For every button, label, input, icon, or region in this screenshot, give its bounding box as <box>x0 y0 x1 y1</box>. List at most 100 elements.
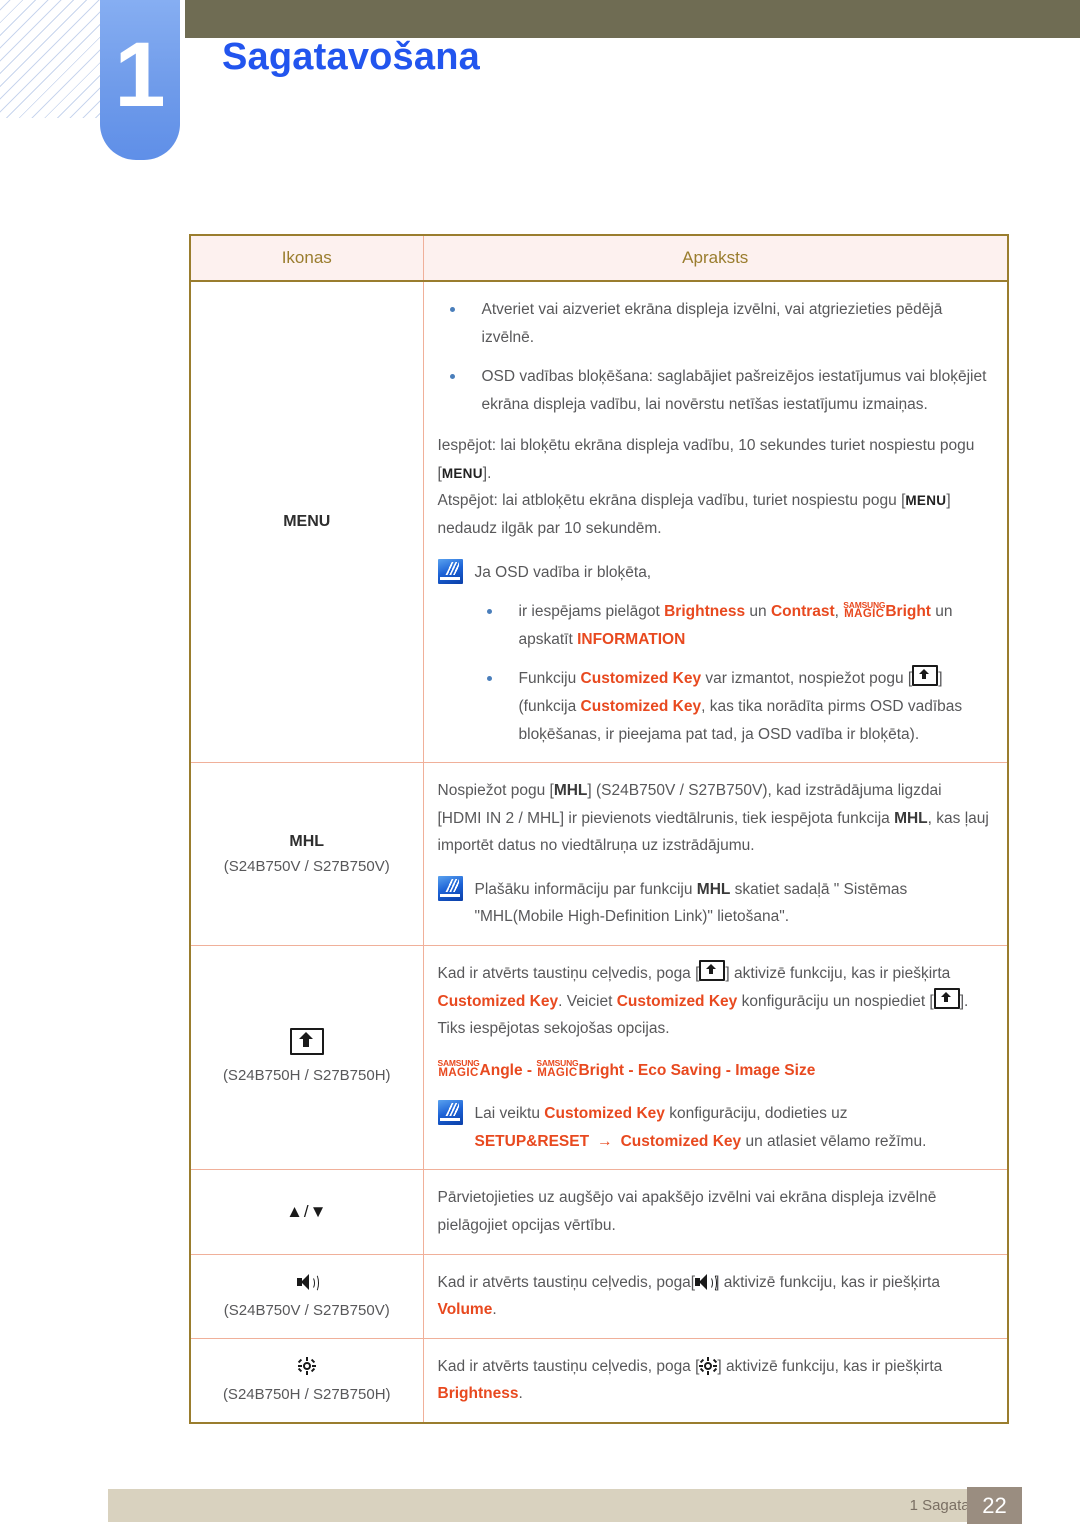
magicbright-term: Bright <box>885 603 931 621</box>
samsung-magic-logo: SAMSUNG MAGIC <box>843 601 885 621</box>
menu-key-token: MENU <box>441 465 483 481</box>
customized-key-term: Customized Key <box>620 1132 742 1150</box>
customized-key-icon <box>912 665 939 687</box>
note-bullet-list: ir iespējams pielāgot Brightness un Cont… <box>475 598 990 748</box>
mhl-button-label: MHL <box>289 833 325 851</box>
description-cell-brightness: Kad ir atvērts taustiņu ceļvedis, poga [… <box>422 1337 1009 1424</box>
table-row: (S24B750H / S27B750H) Kad ir atvērts tau… <box>189 1337 1009 1424</box>
page-title: Sagatavošana <box>222 36 480 78</box>
mhl-p-a: Nospiežot pogu [ <box>437 782 554 800</box>
option-eco-saving: Eco Saving <box>637 1061 722 1079</box>
footer-bar <box>108 1489 974 1522</box>
table-row: (S24B750H / S27B750H) Kad ir atvērts tau… <box>189 944 1009 1171</box>
mhl-paragraph: Nospiežot pogu [MHL] (S24B750V / S27B750… <box>438 777 990 860</box>
magic-bottom-text: MAGIC <box>537 1066 578 1079</box>
note-body: Lai veiktu Customized Key konfigurāciju,… <box>475 1100 990 1155</box>
ck-note-c: konfigurāciju, dodieties uz <box>664 1105 848 1123</box>
customized-key-paragraph: Kad ir atvērts taustiņu ceļvedis, poga [… <box>438 959 990 1043</box>
icon-cell-customized-key: (S24B750H / S27B750H) <box>189 944 424 1171</box>
table-header-row: Ikonas Apraksts <box>189 234 1009 282</box>
icon-cell-brightness: (S24B750H / S27B750H) <box>189 1337 424 1424</box>
mhl-key-token: MHL <box>553 782 588 800</box>
arrow-right-icon: → <box>597 1132 613 1150</box>
updown-paragraph: Pārvietojieties uz augšējo vai apakšējo … <box>437 1189 937 1235</box>
option-separator: - <box>522 1061 537 1079</box>
note-b2-a: Funkciju <box>518 670 581 688</box>
customized-key-icon <box>289 1028 324 1056</box>
option-magic-angle: Angle <box>479 1061 523 1079</box>
ck-p-b: ] aktivizē funkciju, kas ir piešķirta <box>725 964 951 982</box>
note-block-mhl: Plašāku informāciju par funkciju MHL ska… <box>437 875 990 931</box>
magic-bottom-text: MAGIC <box>844 608 885 621</box>
disable-lock-instruction: Atspējot: lai atbloķētu ekrāna displeja … <box>438 487 990 542</box>
note-b1-c: un <box>745 603 771 621</box>
description-cell-menu: Atveriet vai aizveriet ekrāna displeja i… <box>422 280 1009 764</box>
icons-description-table: Ikonas Apraksts MENU Atveriet vai aizver… <box>189 234 1009 1424</box>
list-item: OSD vadības bloķēšana: saglabājiet pašre… <box>438 363 990 418</box>
column-header-description: Apraksts <box>422 234 1009 282</box>
up-down-arrows-icon: ▲/▼ <box>286 1201 328 1221</box>
note-pencil-icon <box>437 875 463 901</box>
mhl-model-label: (S24B750V / S27B750V) <box>223 857 390 875</box>
brightness-term: Brightness <box>664 603 746 621</box>
br-p-a: Kad ir atvērts taustiņu ceļvedis, poga [ <box>437 1357 700 1375</box>
table-row: ▲/▼ Pārvietojieties uz augšējo vai apakš… <box>189 1169 1009 1255</box>
customized-key-options-list: SAMSUNG MAGIC Angle - SAMSUNG MAGIC Bright -… <box>438 1057 990 1085</box>
information-term: INFORMATION <box>577 630 686 648</box>
table-row: MHL (S24B750V / S27B750V) Nospiežot pogu… <box>189 762 1009 946</box>
note-line-1: Lai veiktu Customized Key konfigurāciju,… <box>475 1100 990 1128</box>
note-pencil-icon <box>437 558 463 584</box>
option-separator: - <box>624 1061 638 1079</box>
br-p-d: . <box>518 1385 523 1403</box>
setup-reset-term: SETUP&RESET <box>474 1132 590 1150</box>
column-header-icons: Ikonas <box>189 234 424 282</box>
vol-p-a: Kad ir atvērts taustiņu ceļvedis, poga[ <box>437 1273 696 1291</box>
samsung-magic-logo: SAMSUNG MAGIC <box>438 1059 480 1079</box>
mhl-term: MHL <box>696 880 731 898</box>
vol-p-b: ] aktivizē funkciju, kas ir piešķirta <box>715 1273 940 1291</box>
volume-speaker-icon <box>296 1273 319 1292</box>
brightness-sun-icon <box>699 1356 718 1375</box>
enable-text-prefix: Iespējot: lai bloķētu ekrāna displeja va… <box>437 437 975 482</box>
ck-p-f: konfigurāciju un nospiediet [ <box>737 992 934 1010</box>
enable-lock-instruction: Iespējot: lai bloķētu ekrāna displeja va… <box>438 432 990 487</box>
ck-p-d: . Veiciet <box>558 992 617 1010</box>
icon-cell-volume: (S24B750V / S27B750V) <box>189 1253 424 1339</box>
note-body: Ja OSD vadība ir bloķēta, ir iespējams p… <box>475 559 990 748</box>
table-row: MENU Atveriet vai aizveriet ekrāna displ… <box>189 280 1009 764</box>
option-magic-bright: Bright <box>578 1061 625 1079</box>
brightness-model-label: (S24B750H / S27B750H) <box>222 1385 391 1403</box>
table-row: (S24B750V / S27B750V) Kad ir atvērts tau… <box>189 1253 1009 1339</box>
brightness-paragraph: Kad ir atvērts taustiņu ceļvedis, poga [… <box>438 1353 990 1408</box>
chapter-number-badge: 1 <box>100 0 180 160</box>
page-number-badge: 22 <box>967 1487 1022 1524</box>
icon-cell-menu: MENU <box>189 280 424 764</box>
brightness-term: Brightness <box>437 1385 519 1403</box>
header-olive-bar <box>185 0 1080 38</box>
note-line-2: SETUP&RESET → Customized Key un atlasiet v… <box>475 1128 990 1156</box>
br-p-b: ] aktivizē funkciju, kas ir piešķirta <box>717 1357 943 1375</box>
note-block-customized-key: Lai veiktu Customized Key konfigurāciju,… <box>437 1100 990 1155</box>
vol-p-d: . <box>492 1301 497 1319</box>
description-cell-volume: Kad ir atvērts taustiņu ceļvedis, poga[]… <box>422 1253 1009 1339</box>
ck-note-f: un atlasiet vēlamo režīmu. <box>741 1132 927 1150</box>
note-b2-c: var izmantot, nospiežot pogu [ <box>701 670 913 688</box>
note-b1-a: ir iespējams pielāgot <box>518 603 665 621</box>
customized-key-term: Customized Key <box>580 670 702 688</box>
magic-bottom-text: MAGIC <box>438 1066 479 1079</box>
volume-model-label: (S24B750V / S27B750V) <box>223 1301 390 1319</box>
description-cell-mhl: Nospiežot pogu [MHL] (S24B750V / S27B750… <box>422 762 1009 946</box>
note-b1-e: , <box>834 603 844 621</box>
list-item: Atveriet vai aizveriet ekrāna displeja i… <box>438 296 990 351</box>
note-pencil-icon <box>437 1100 463 1126</box>
mhl-note-a: Plašāku informāciju par funkciju <box>474 880 697 898</box>
enable-text-suffix: ]. <box>482 464 492 482</box>
brightness-sun-icon <box>297 1356 316 1375</box>
note-block-osd-locked: Ja OSD vadība ir bloķēta, ir iespējams p… <box>437 558 990 748</box>
list-item: Funkciju Customized Key var izmantot, no… <box>475 665 990 748</box>
option-image-size: Image Size <box>735 1061 816 1079</box>
customized-key-term: Customized Key <box>544 1105 665 1123</box>
menu-button-label: MENU <box>283 512 331 530</box>
volume-term: Volume <box>437 1301 493 1319</box>
disable-text-prefix: Atspējot: lai atbloķētu ekrāna displeja … <box>437 492 906 510</box>
